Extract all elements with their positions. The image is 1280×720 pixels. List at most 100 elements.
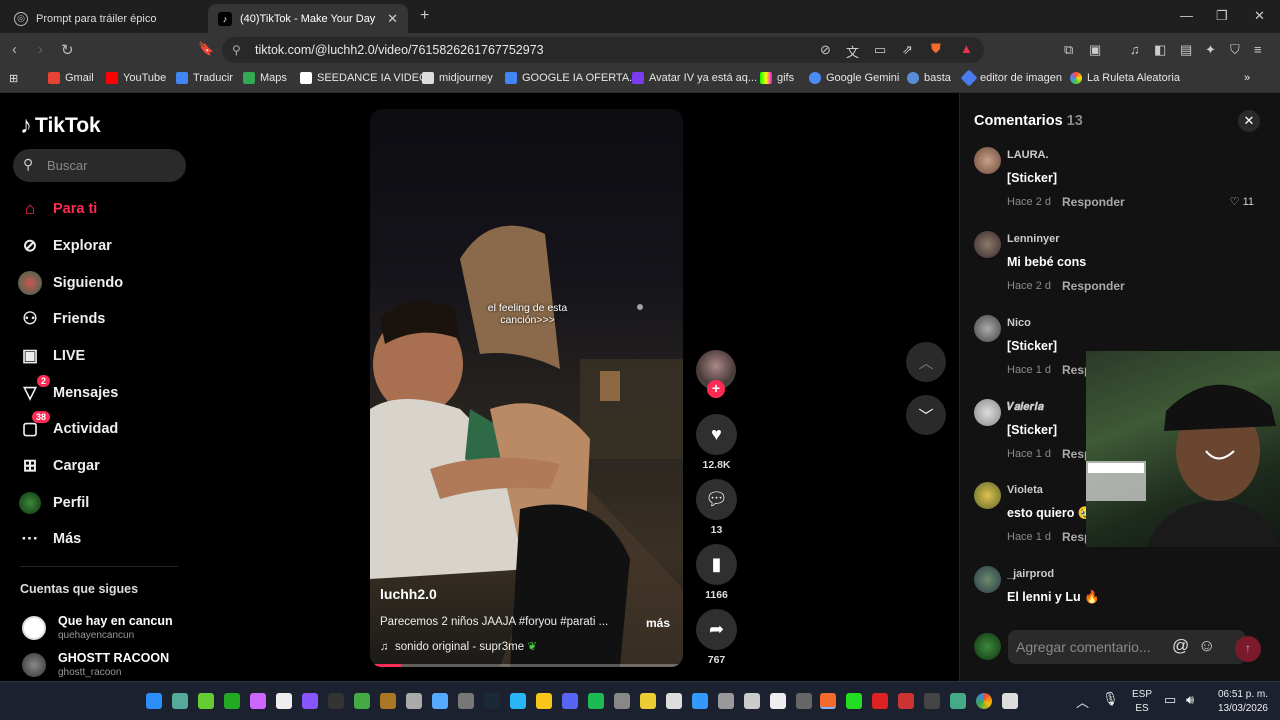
mention-icon[interactable]: @ xyxy=(1172,636,1189,656)
comment-like-button[interactable]: ♡ 11 xyxy=(1230,195,1254,208)
bookmark-avatar[interactable]: Avatar IV ya está aq... xyxy=(632,72,757,84)
bookmark-youtube[interactable]: YouTube xyxy=(106,72,166,84)
video-player[interactable]: el feeling de esta canción>>> luchh2.0 P… xyxy=(370,109,683,667)
tray-expand-icon[interactable]: ︿ xyxy=(1076,692,1089,711)
app-icon[interactable] xyxy=(872,693,888,709)
video-author[interactable]: luchh2.0 xyxy=(380,586,437,602)
app-icon[interactable] xyxy=(796,693,812,709)
avatar[interactable] xyxy=(974,482,1001,509)
bookmark-traducir[interactable]: Traducir xyxy=(176,72,233,84)
avatar[interactable] xyxy=(974,399,1001,426)
no-tracking-icon[interactable]: ⊘ xyxy=(820,42,831,58)
save-button[interactable]: ▮ xyxy=(696,544,737,585)
close-window-icon[interactable]: ✕ xyxy=(1254,8,1265,24)
tiktok-logo[interactable]: ♪ TikTok xyxy=(20,112,101,140)
language-indicator[interactable]: ESP ES xyxy=(1132,689,1152,714)
follow-plus-button[interactable]: + xyxy=(707,380,725,398)
nav-actividad[interactable]: ▢ 38 Actividad xyxy=(18,411,118,443)
avatar[interactable] xyxy=(974,147,1001,174)
next-video-button[interactable]: ﹀ xyxy=(906,395,946,435)
app-icon[interactable] xyxy=(640,693,656,709)
app-icon[interactable] xyxy=(846,693,862,709)
bookmark-editor[interactable]: editor de imagen xyxy=(960,69,1062,87)
menu-icon[interactable]: ≡ xyxy=(1254,42,1262,57)
browser-tab-tiktok[interactable]: ♪ (40)TikTok - Make Your Day ✕ xyxy=(208,4,408,33)
bookmark-gifs[interactable]: gifs xyxy=(760,72,794,84)
app-icon[interactable] xyxy=(250,693,266,709)
sidebar-icon[interactable]: ◧ xyxy=(1154,42,1166,58)
emoji-icon[interactable]: ☺ xyxy=(1198,636,1215,656)
app-icon[interactable] xyxy=(198,693,214,709)
nav-cargar[interactable]: ⊞ Cargar xyxy=(18,452,100,480)
app-icon[interactable] xyxy=(614,693,630,709)
reader-icon[interactable]: ▣ xyxy=(1089,42,1101,58)
reload-icon[interactable]: ↻ xyxy=(61,41,74,59)
bookmark-seedance[interactable]: SEEDANCE IA VIDEO xyxy=(300,72,428,84)
leo-ai-icon[interactable]: ✦ xyxy=(1205,42,1216,58)
nav-live[interactable]: ▣ LIVE xyxy=(18,342,85,370)
reply-button[interactable]: Responder xyxy=(1062,279,1125,293)
video-progress-bar[interactable] xyxy=(370,664,683,667)
app-icon[interactable] xyxy=(328,693,344,709)
translate-icon[interactable]: 文 xyxy=(846,42,859,61)
back-icon[interactable]: ‹ xyxy=(12,41,17,58)
cast-icon[interactable]: ▭ xyxy=(874,42,886,58)
app-icon[interactable] xyxy=(354,693,370,709)
steam-icon[interactable] xyxy=(484,693,500,709)
reply-button[interactable]: Responder xyxy=(1062,195,1125,209)
start-icon[interactable] xyxy=(146,693,162,709)
site-info-icon[interactable]: ⚲ xyxy=(232,43,241,57)
volume-icon[interactable]: 🔊︎ xyxy=(1186,692,1194,708)
app-icon[interactable] xyxy=(172,693,188,709)
comment-button[interactable]: 💬︎ xyxy=(696,479,737,520)
extensions-icon[interactable]: ⧉ xyxy=(1064,42,1073,58)
camera-icon[interactable] xyxy=(718,693,734,709)
previous-video-button[interactable]: ︿ xyxy=(906,342,946,382)
browser-tab-prompt[interactable]: ◎ Prompt para tráiler épico xyxy=(4,4,204,33)
app-icon[interactable] xyxy=(770,693,786,709)
nav-mensajes[interactable]: ▽ 2 Mensajes xyxy=(18,375,118,407)
nav-siguiendo[interactable]: Siguiendo xyxy=(18,269,123,297)
microphone-icon[interactable]: 🎙︎ xyxy=(1102,691,1119,707)
nav-explorar[interactable]: ⊘ Explorar xyxy=(18,232,112,260)
media-icon[interactable]: ♫ xyxy=(1130,42,1140,57)
avatar[interactable] xyxy=(974,566,1001,593)
chrome-icon[interactable] xyxy=(976,693,992,709)
close-tab-icon[interactable]: ✕ xyxy=(387,11,398,27)
brave-rewards-icon[interactable]: ▲ xyxy=(960,41,973,56)
minimize-icon[interactable]: — xyxy=(1180,8,1193,23)
like-button[interactable]: ♥ xyxy=(696,414,737,455)
spotify-icon[interactable] xyxy=(588,693,604,709)
forward-icon[interactable]: › xyxy=(38,41,43,58)
avatar[interactable] xyxy=(974,231,1001,258)
app-icon[interactable] xyxy=(692,693,708,709)
following-item[interactable]: GHOSTT RACOON ghostt_racoon xyxy=(22,651,169,678)
wallet-icon[interactable]: ▤ xyxy=(1180,42,1192,58)
app-icon[interactable] xyxy=(302,693,318,709)
nav-mas[interactable]: ··· Más xyxy=(18,525,82,553)
folder-icon[interactable] xyxy=(536,693,552,709)
bookmark-page-icon[interactable]: 🔖 xyxy=(198,41,214,57)
close-comments-button[interactable]: ✕ xyxy=(1238,110,1260,132)
bookmark-midjourney[interactable]: midjourney xyxy=(422,72,493,84)
share-button[interactable]: ➦ xyxy=(696,609,737,650)
brave-icon[interactable] xyxy=(820,693,836,709)
nav-para-ti[interactable]: ⌂ Para ti xyxy=(18,195,97,223)
bookmark-google-ia[interactable]: GOOGLE IA OFERTA... xyxy=(505,72,638,84)
settings-icon[interactable] xyxy=(432,693,448,709)
more-bookmarks-icon[interactable]: » xyxy=(1244,72,1250,84)
address-bar[interactable]: ⚲ tiktok.com/@luchh2.0/video/76158262617… xyxy=(222,37,984,63)
vpn-icon[interactable]: ⛉ xyxy=(1230,42,1240,58)
app-icon[interactable] xyxy=(458,693,474,709)
app-icon[interactable] xyxy=(276,693,292,709)
telegram-icon[interactable] xyxy=(510,693,526,709)
comment-input[interactable]: Agregar comentario... @ ☺ xyxy=(1008,630,1246,664)
xbox-icon[interactable] xyxy=(224,693,240,709)
video-sound[interactable]: ♫ sonido original - supr3me ❦ xyxy=(380,639,537,653)
app-icon[interactable] xyxy=(950,693,966,709)
avatar[interactable] xyxy=(974,315,1001,342)
share-icon[interactable]: ⇗ xyxy=(902,42,913,58)
bookmark-basta[interactable]: basta xyxy=(907,72,951,84)
bookmark-gmail[interactable]: Gmail xyxy=(48,72,94,84)
bookmark-maps[interactable]: Maps xyxy=(243,72,287,84)
